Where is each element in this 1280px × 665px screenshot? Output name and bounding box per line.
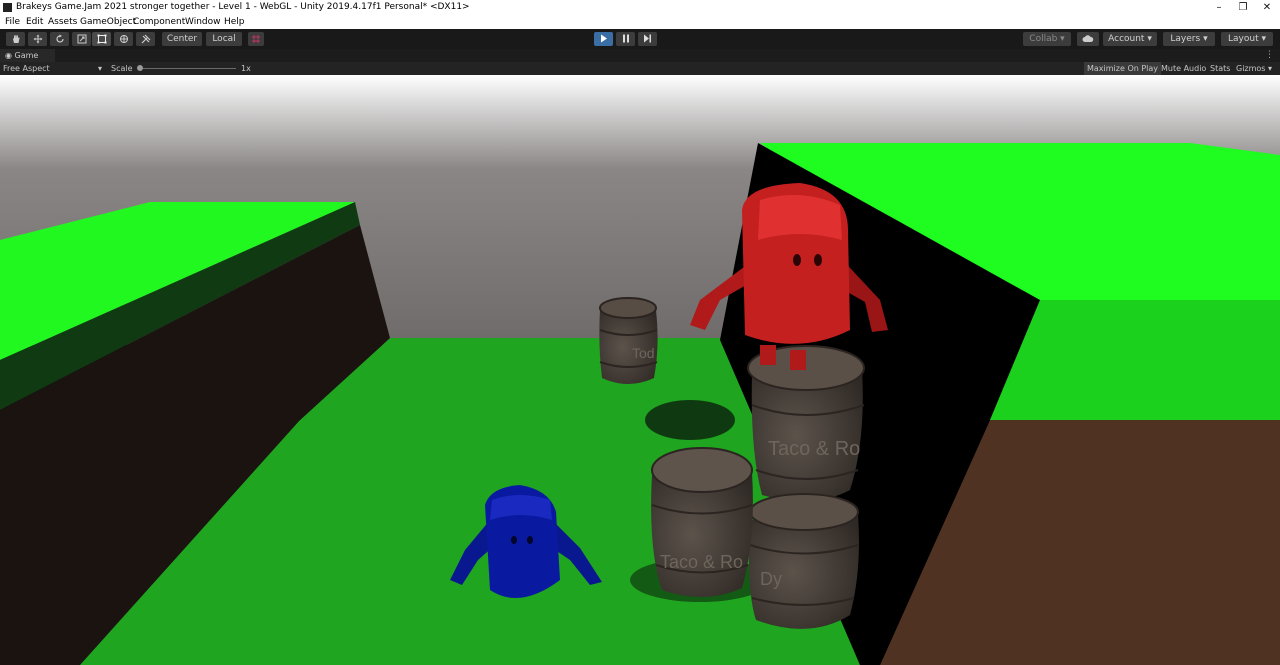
- cloud-icon: [1082, 35, 1094, 42]
- game-tab-bar: ◉ Game ⋮: [0, 49, 1280, 62]
- tab-game[interactable]: ◉ Game: [0, 49, 55, 62]
- floor-shadow: [645, 400, 735, 440]
- menu-window[interactable]: Window: [185, 16, 221, 28]
- barrel: Dy: [748, 493, 859, 629]
- right-platform-edge: [990, 300, 1280, 420]
- aspect-dropdown[interactable]: Free Aspect: [3, 62, 50, 75]
- rect-tool-button[interactable]: [92, 32, 111, 46]
- scale-slider-thumb[interactable]: [137, 65, 143, 71]
- custom-tool-button[interactable]: [136, 32, 155, 46]
- barrel-label: Taco & Ro: [660, 552, 743, 572]
- pause-icon: [622, 34, 629, 43]
- menu-assets[interactable]: Assets: [48, 16, 77, 28]
- scale-tool-button[interactable]: [72, 32, 91, 46]
- layout-label: Layout: [1228, 34, 1259, 44]
- layers-label: Layers: [1170, 34, 1201, 44]
- layers-dropdown[interactable]: Layers ▾: [1163, 32, 1215, 46]
- pivot-rotation-label: Local: [212, 34, 236, 44]
- main-toolbar: Center Local Collab ▾ Account ▾ Layers ▾…: [0, 29, 1280, 49]
- tab-game-label: Game: [14, 51, 39, 60]
- pivot-rotation-button[interactable]: Local: [206, 32, 242, 46]
- barrel-label: Tod: [632, 345, 655, 361]
- gizmos-label: Gizmos: [1236, 64, 1266, 73]
- grid-snap-button[interactable]: [248, 32, 264, 46]
- barrel-label: Taco & Ro: [768, 438, 860, 460]
- hand-icon: [12, 35, 19, 43]
- unity-logo-icon: [3, 3, 12, 12]
- scale-value: 1x: [241, 64, 251, 73]
- pause-button[interactable]: [616, 32, 635, 46]
- custom-tool-icon: [141, 34, 150, 44]
- scale-slider-track[interactable]: [139, 68, 236, 69]
- more-options-icon[interactable]: ⋮: [1265, 49, 1274, 62]
- stats-toggle[interactable]: Stats: [1210, 62, 1230, 75]
- game-viewport[interactable]: Tod Taco & Ro Dy Taco & Ro: [0, 75, 1280, 665]
- scale-icon: [77, 34, 86, 44]
- game-scene: Tod Taco & Ro Dy Taco & Ro: [0, 75, 1280, 665]
- maximize-on-play-toggle[interactable]: Maximize On Play: [1084, 62, 1162, 75]
- rect-tool-icon: [97, 34, 106, 44]
- aspect-label: Free Aspect: [3, 64, 50, 73]
- barrel: Tod: [599, 297, 658, 384]
- menu-file[interactable]: File: [5, 16, 20, 28]
- play-icon: [600, 34, 607, 43]
- move-tool-button[interactable]: [28, 32, 47, 46]
- hand-tool-button[interactable]: [6, 32, 25, 46]
- move-icon: [33, 34, 42, 44]
- gizmos-dropdown[interactable]: Gizmos ▾: [1236, 62, 1272, 75]
- game-controller-icon: ◉: [5, 51, 12, 60]
- barrel: Taco & Ro: [651, 447, 753, 598]
- aspect-dropdown-arrow-icon[interactable]: ▾: [98, 62, 102, 75]
- title-bar: Brakeys Game.Jam 2021 stronger together …: [0, 0, 1280, 15]
- step-button[interactable]: [638, 32, 657, 46]
- close-icon[interactable]: ✕: [1255, 0, 1279, 15]
- collab-label: Collab: [1029, 34, 1058, 44]
- transform-icon: [119, 35, 128, 43]
- window-title: Brakeys Game.Jam 2021 stronger together …: [16, 2, 470, 12]
- transform-tool-button[interactable]: [114, 32, 133, 46]
- pivot-mode-button[interactable]: Center: [162, 32, 202, 46]
- menu-gameobject[interactable]: GameObject: [80, 16, 136, 28]
- account-label: Account: [1108, 34, 1145, 44]
- step-icon: [644, 34, 651, 43]
- pivot-mode-label: Center: [166, 34, 198, 44]
- menu-bar: File Edit Assets GameObject Component Wi…: [0, 15, 1280, 29]
- mute-audio-toggle[interactable]: Mute Audio: [1161, 62, 1206, 75]
- grid-icon: [252, 35, 260, 43]
- menu-component[interactable]: Component: [133, 16, 185, 28]
- play-button[interactable]: [594, 32, 613, 46]
- cloud-button[interactable]: [1077, 32, 1099, 46]
- layout-dropdown[interactable]: Layout ▾: [1221, 32, 1273, 46]
- game-view-toolbar: Free Aspect ▾ Scale 1x Maximize On Play …: [0, 62, 1280, 75]
- scale-label: Scale: [111, 64, 133, 73]
- account-dropdown[interactable]: Account ▾: [1103, 32, 1157, 46]
- collab-button[interactable]: Collab ▾: [1023, 32, 1071, 46]
- menu-help[interactable]: Help: [224, 16, 245, 28]
- minimize-icon[interactable]: –: [1207, 0, 1231, 15]
- barrel-label: Dy: [760, 569, 782, 589]
- rotate-tool-button[interactable]: [50, 32, 69, 46]
- menu-edit[interactable]: Edit: [26, 16, 43, 28]
- restore-icon[interactable]: ❐: [1231, 0, 1255, 15]
- rotate-icon: [55, 34, 64, 43]
